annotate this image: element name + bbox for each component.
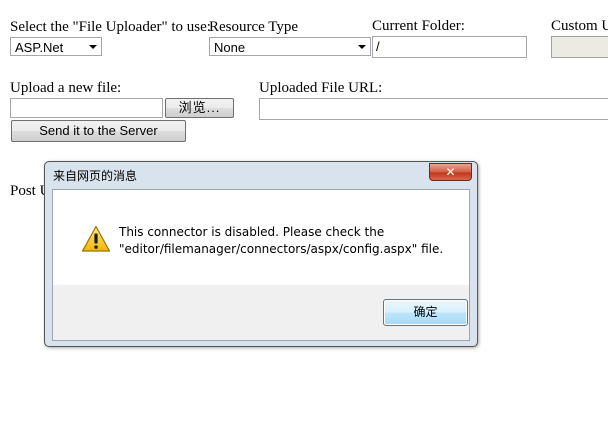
resource-type-select[interactable]: None (209, 37, 371, 56)
send-to-server-button[interactable]: Send it to the Server (11, 120, 186, 142)
page: Select the "File Uploader" to use: Resou… (0, 0, 608, 422)
chevron-down-icon (89, 45, 97, 49)
uploader-select-value: ASP.Net (15, 40, 64, 55)
uploaded-url-label: Uploaded File URL: (259, 80, 383, 96)
close-button[interactable]: ✕ (429, 163, 472, 181)
alert-dialog: 来自网页的消息 ✕ This connector is disabled. Pl… (44, 161, 478, 347)
dialog-body: This connector is disabled. Please check… (52, 189, 470, 341)
uploader-label: Select the "File Uploader" to use: (10, 19, 211, 35)
custom-url-field[interactable] (551, 36, 608, 58)
resource-type-label: Resource Type (209, 19, 299, 35)
chevron-down-icon (358, 45, 366, 49)
current-folder-label: Current Folder: (372, 18, 465, 34)
resource-type-select-value: None (214, 40, 246, 55)
upload-label: Upload a new file: (10, 80, 122, 96)
warning-icon (81, 225, 111, 252)
dialog-message: This connector is disabled. Please check… (119, 224, 443, 258)
close-icon: ✕ (445, 165, 456, 179)
uploaded-url-field[interactable] (259, 98, 608, 120)
custom-label: Custom U (551, 18, 608, 34)
browse-button[interactable]: 浏览... (165, 98, 234, 118)
dialog-message-area: This connector is disabled. Please check… (53, 190, 469, 285)
dialog-message-line-1: This connector is disabled. Please check… (119, 225, 385, 239)
ok-button[interactable]: 确定 (383, 299, 468, 326)
uploader-select[interactable]: ASP.Net (10, 37, 102, 56)
dialog-title: 来自网页的消息 (53, 169, 138, 183)
current-folder-value: / (376, 39, 380, 54)
file-path-field[interactable] (10, 98, 163, 118)
current-folder-field[interactable]: / (372, 36, 527, 58)
dialog-message-line-2: "editor/filemanager/connectors/aspx/conf… (119, 242, 444, 256)
